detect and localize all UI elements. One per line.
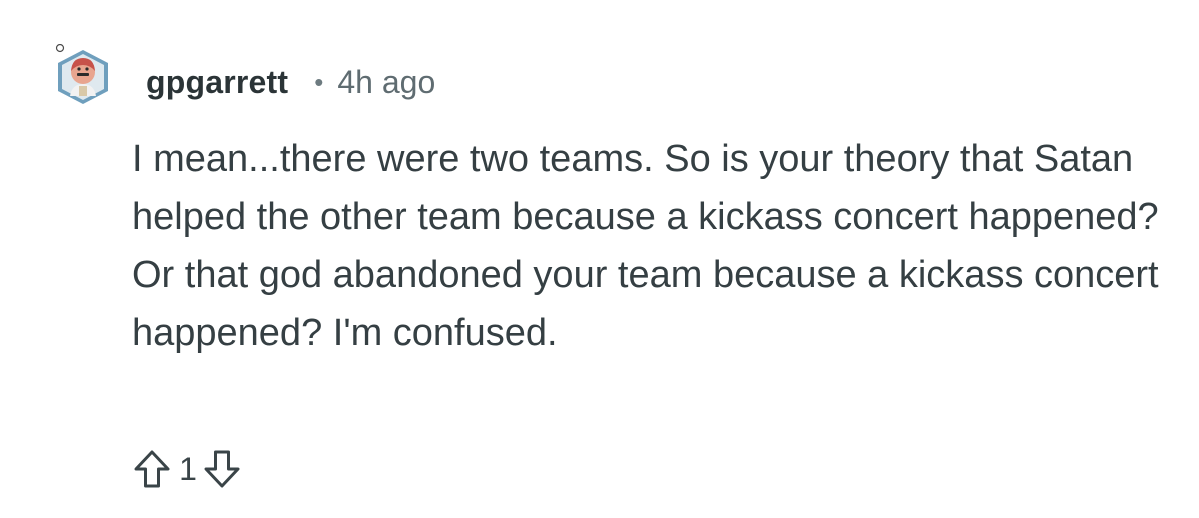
vote-score: 1 — [179, 450, 197, 487]
upvote-arrow-icon — [134, 450, 170, 488]
downvote-arrow-icon — [204, 450, 240, 488]
comment: gpgarrett • 4h ago I mean...there were t… — [0, 0, 1199, 518]
comment-timestamp: 4h ago — [337, 63, 436, 100]
downvote-button[interactable] — [198, 445, 246, 493]
vote-bar: 1 — [128, 444, 246, 494]
comment-body: I mean...there were two teams. So is you… — [132, 138, 1159, 354]
avatar-icon — [55, 44, 108, 104]
upvote-button[interactable] — [128, 445, 176, 493]
user-avatar[interactable] — [50, 44, 116, 110]
comment-header: gpgarrett • 4h ago — [146, 60, 435, 104]
meta-separator: • — [314, 66, 324, 97]
username-link[interactable]: gpgarrett — [146, 64, 288, 101]
